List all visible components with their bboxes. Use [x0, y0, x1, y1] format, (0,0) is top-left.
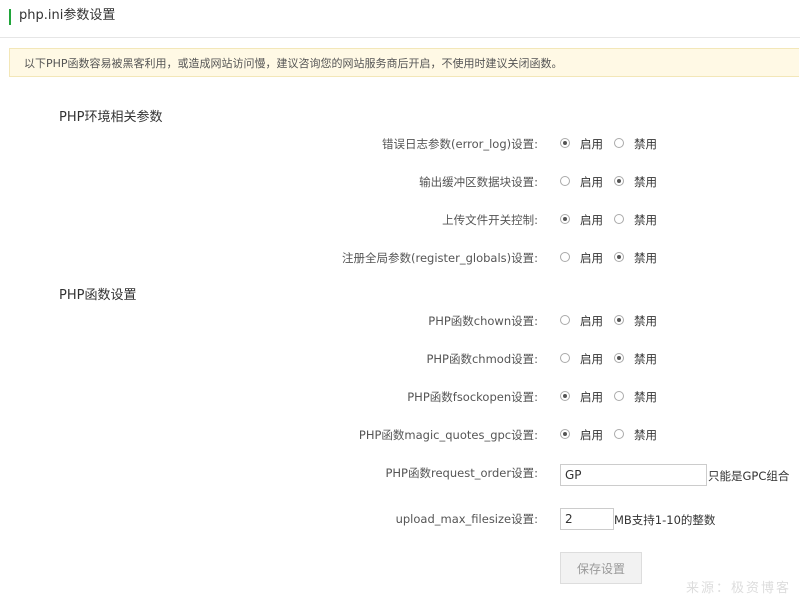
title-accent-bar	[9, 9, 11, 25]
radio-enable-label[interactable]: 启用	[580, 314, 603, 328]
radio-enable[interactable]	[560, 138, 570, 148]
setting-label: 上传文件开关控制:	[442, 213, 538, 227]
radio-disable[interactable]	[614, 214, 624, 224]
radio-enable[interactable]	[560, 353, 570, 363]
radio-disable[interactable]	[614, 353, 624, 363]
radio-disable[interactable]	[614, 252, 624, 262]
upload-max-filesize-hint: MB支持1-10的整数	[614, 513, 716, 527]
radio-disable-label[interactable]: 禁用	[634, 352, 657, 366]
section-title-php-environment: PHP环境相关参数	[59, 110, 163, 125]
request-order-hint: 只能是GPC组合	[708, 469, 790, 483]
radio-disable[interactable]	[614, 315, 624, 325]
request-order-input[interactable]	[560, 464, 707, 486]
radio-disable[interactable]	[614, 176, 624, 186]
radio-enable[interactable]	[560, 176, 570, 186]
radio-disable-label[interactable]: 禁用	[634, 213, 657, 227]
radio-enable[interactable]	[560, 252, 570, 262]
setting-label: upload_max_filesize设置:	[395, 512, 538, 526]
radio-enable-label[interactable]: 启用	[580, 213, 603, 227]
radio-disable-label[interactable]: 禁用	[634, 137, 657, 151]
setting-label: PHP函数request_order设置:	[385, 466, 538, 480]
radio-enable[interactable]	[560, 391, 570, 401]
radio-disable-label[interactable]: 禁用	[634, 390, 657, 404]
setting-label: PHP函数fsockopen设置:	[407, 390, 538, 404]
setting-row-magic-quotes-gpc: PHP函数magic_quotes_gpc设置: 启用 禁用	[0, 425, 800, 445]
radio-disable-label[interactable]: 禁用	[634, 251, 657, 265]
upload-max-filesize-input[interactable]	[560, 508, 614, 530]
warning-notice: 以下PHP函数容易被黑客利用，或造成网站访问慢，建议咨询您的网站服务商后开启，不…	[9, 48, 799, 77]
radio-enable-label[interactable]: 启用	[580, 390, 603, 404]
radio-disable[interactable]	[614, 429, 624, 439]
setting-label: PHP函数magic_quotes_gpc设置:	[358, 428, 538, 442]
radio-disable-label[interactable]: 禁用	[634, 428, 657, 442]
setting-row-register-globals: 注册全局参数(register_globals)设置: 启用 禁用	[0, 248, 800, 268]
radio-disable-label[interactable]: 禁用	[634, 314, 657, 328]
radio-enable[interactable]	[560, 214, 570, 224]
radio-enable[interactable]	[560, 429, 570, 439]
setting-label: 输出缓冲区数据块设置:	[419, 175, 538, 189]
setting-row-error-log: 错误日志参数(error_log)设置: 启用 禁用	[0, 134, 800, 154]
radio-enable-label[interactable]: 启用	[580, 352, 603, 366]
page-title: php.ini参数设置	[19, 8, 116, 23]
setting-row-chown: PHP函数chown设置: 启用 禁用	[0, 311, 800, 331]
radio-enable-label[interactable]: 启用	[580, 137, 603, 151]
setting-label: 注册全局参数(register_globals)设置:	[341, 251, 538, 265]
setting-row-chmod: PHP函数chmod设置: 启用 禁用	[0, 349, 800, 369]
section-title-php-functions: PHP函数设置	[59, 288, 137, 303]
radio-enable-label[interactable]: 启用	[580, 251, 603, 265]
save-settings-button[interactable]: 保存设置	[560, 552, 642, 584]
source-watermark: 来源：极资博客	[686, 581, 792, 596]
setting-label: 错误日志参数(error_log)设置:	[382, 137, 538, 151]
setting-label: PHP函数chown设置:	[428, 314, 538, 328]
title-bar: php.ini参数设置	[0, 0, 800, 38]
setting-row-output-buffering: 输出缓冲区数据块设置: 启用 禁用	[0, 172, 800, 192]
radio-disable[interactable]	[614, 391, 624, 401]
radio-disable-label[interactable]: 禁用	[634, 175, 657, 189]
setting-row-file-uploads: 上传文件开关控制: 启用 禁用	[0, 210, 800, 230]
radio-enable-label[interactable]: 启用	[580, 428, 603, 442]
radio-enable-label[interactable]: 启用	[580, 175, 603, 189]
radio-disable[interactable]	[614, 138, 624, 148]
radio-enable[interactable]	[560, 315, 570, 325]
setting-row-fsockopen: PHP函数fsockopen设置: 启用 禁用	[0, 387, 800, 407]
setting-label: PHP函数chmod设置:	[426, 352, 538, 366]
warning-notice-text: 以下PHP函数容易被黑客利用，或造成网站访问慢，建议咨询您的网站服务商后开启，不…	[24, 57, 563, 70]
